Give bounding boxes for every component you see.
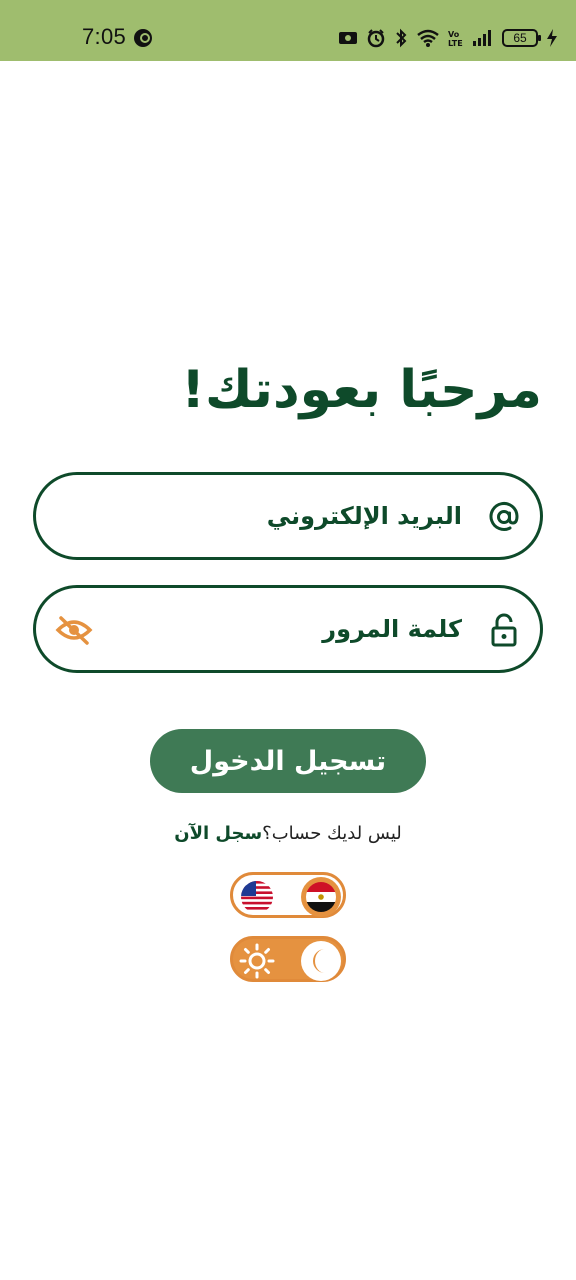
battery-indicator: 65: [502, 29, 541, 47]
password-field[interactable]: [33, 585, 543, 673]
egypt-flag-icon: [301, 877, 341, 917]
signal-icon: [472, 29, 494, 47]
login-button[interactable]: تسجيل الدخول: [150, 729, 426, 793]
status-time: 7:05: [82, 24, 127, 49]
sun-icon: [237, 941, 277, 981]
signup-link[interactable]: سجل الآن: [174, 823, 262, 844]
signup-prompt: ليس لديك حساب؟: [262, 823, 402, 844]
moon-icon: [301, 941, 341, 981]
status-bar: 7:05 Vo LTE 65: [0, 0, 576, 61]
lock-icon: [486, 612, 522, 648]
us-flag-icon: [237, 877, 277, 917]
at-sign-icon: [486, 499, 522, 535]
volte-icon: Vo LTE: [448, 28, 464, 48]
notification-icon: [134, 29, 152, 47]
welcome-heading: مرحبًا بعودتك!: [181, 360, 542, 420]
svg-text:LTE: LTE: [448, 39, 463, 48]
alarm-icon: [366, 28, 386, 48]
status-icons: Vo LTE 65: [338, 25, 558, 51]
email-input[interactable]: [104, 491, 464, 541]
email-field[interactable]: [33, 472, 543, 560]
bluetooth-icon: [394, 28, 408, 48]
password-input[interactable]: [104, 604, 464, 654]
signup-row: ليس لديك حساب؟سجل الآن: [0, 823, 576, 844]
screen-record-icon: [338, 29, 358, 47]
svg-text:Vo: Vo: [448, 30, 460, 39]
language-toggle[interactable]: [230, 872, 346, 918]
wifi-icon: [416, 28, 440, 48]
eye-off-icon[interactable]: [54, 612, 94, 648]
theme-toggle[interactable]: [230, 936, 346, 982]
charging-icon: [546, 28, 558, 48]
